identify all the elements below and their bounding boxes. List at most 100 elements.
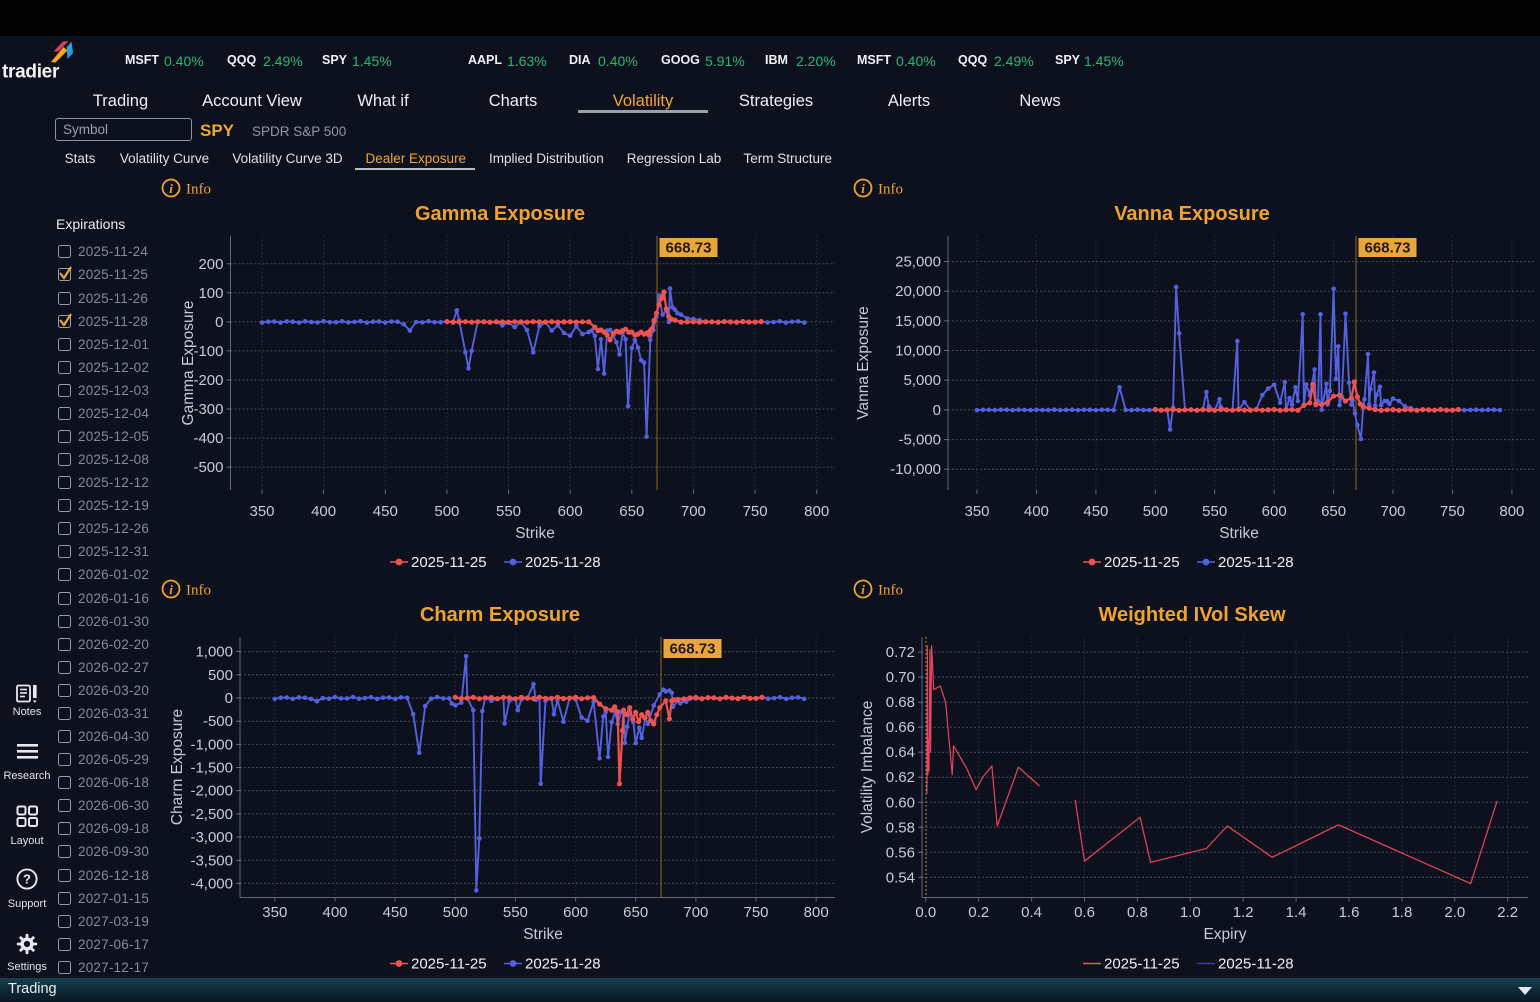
svg-text:500: 500 [443,904,468,921]
svg-text:0.58: 0.58 [886,819,915,836]
svg-text:-5,000: -5,000 [898,432,941,449]
svg-text:500: 500 [208,667,233,684]
svg-text:i: i [861,181,865,196]
svg-text:Info: Info [186,182,211,198]
svg-text:0.4: 0.4 [1021,904,1042,921]
svg-text:550: 550 [503,904,528,921]
svg-text:Charm Exposure: Charm Exposure [420,604,580,626]
svg-text:650: 650 [619,503,644,520]
svg-text:Strike: Strike [1219,525,1259,542]
svg-text:Strike: Strike [523,926,563,943]
svg-text:1.2: 1.2 [1233,904,1254,921]
svg-text:i: i [169,181,173,196]
svg-text:2025-11-28: 2025-11-28 [525,554,601,571]
svg-text:2025-11-25: 2025-11-25 [411,554,487,571]
svg-text:600: 600 [563,904,588,921]
svg-text:-1,000: -1,000 [190,736,233,753]
svg-text:350: 350 [262,904,287,921]
svg-text:400: 400 [1024,503,1049,520]
svg-text:700: 700 [681,503,706,520]
svg-text:0: 0 [225,690,233,707]
svg-text:500: 500 [434,503,459,520]
svg-text:0.70: 0.70 [886,669,915,686]
svg-text:0: 0 [933,402,941,419]
svg-text:0.68: 0.68 [886,694,915,711]
svg-text:-2,000: -2,000 [190,783,233,800]
svg-text:Vanna Exposure: Vanna Exposure [855,306,872,419]
svg-text:100: 100 [198,285,223,302]
svg-text:1,000: 1,000 [195,644,233,661]
svg-text:550: 550 [1202,503,1227,520]
svg-text:0.2: 0.2 [968,904,989,921]
svg-text:700: 700 [683,904,708,921]
svg-text:600: 600 [1262,503,1287,520]
svg-text:0.56: 0.56 [886,844,915,861]
svg-text:Gamma Exposure: Gamma Exposure [180,301,197,426]
svg-text:5,000: 5,000 [903,372,941,389]
svg-text:2025-11-28: 2025-11-28 [1218,554,1294,571]
svg-text:1.6: 1.6 [1339,904,1360,921]
svg-text:450: 450 [1083,503,1108,520]
svg-text:750: 750 [1440,503,1465,520]
svg-text:350: 350 [249,503,274,520]
svg-text:Volatility Imbalance: Volatility Imbalance [859,701,876,834]
svg-text:-500: -500 [193,459,223,476]
svg-text:25,000: 25,000 [895,254,941,271]
svg-text:2.2: 2.2 [1497,904,1518,921]
svg-text:-10,000: -10,000 [890,461,941,478]
svg-text:i: i [169,582,173,597]
svg-text:Expiry: Expiry [1203,926,1246,943]
svg-text:-3,000: -3,000 [190,829,233,846]
svg-text:Weighted IVol Skew: Weighted IVol Skew [1098,604,1286,626]
svg-text:-2,500: -2,500 [190,806,233,823]
svg-text:2025-11-28: 2025-11-28 [525,956,601,973]
svg-text:0.72: 0.72 [886,644,915,661]
svg-text:Strike: Strike [515,525,555,542]
svg-text:-100: -100 [193,343,223,360]
svg-text:Info: Info [878,182,903,198]
svg-text:0: 0 [215,314,223,331]
svg-text:450: 450 [373,503,398,520]
svg-text:0.8: 0.8 [1127,904,1148,921]
svg-text:-500: -500 [203,713,233,730]
svg-text:0.6: 0.6 [1074,904,1095,921]
svg-text:800: 800 [1499,503,1524,520]
svg-text:0.66: 0.66 [886,719,915,736]
svg-text:550: 550 [496,503,521,520]
svg-text:Gamma Exposure: Gamma Exposure [415,203,585,225]
svg-text:0.64: 0.64 [886,744,915,761]
svg-text:Charm Exposure: Charm Exposure [169,709,186,825]
svg-text:0.54: 0.54 [886,869,915,886]
svg-text:600: 600 [558,503,583,520]
svg-text:400: 400 [311,503,336,520]
svg-text:-3,500: -3,500 [190,852,233,869]
svg-text:-300: -300 [193,401,223,418]
svg-text:1.8: 1.8 [1391,904,1412,921]
svg-text:i: i [861,582,865,597]
svg-text:tradier: tradier [2,62,60,83]
svg-text:500: 500 [1143,503,1168,520]
svg-text:15,000: 15,000 [895,313,941,330]
svg-text:-400: -400 [193,430,223,447]
svg-text:800: 800 [804,503,829,520]
svg-text:800: 800 [804,904,829,921]
svg-text:2025-11-28: 2025-11-28 [1218,956,1294,973]
svg-text:2025-11-25: 2025-11-25 [411,956,487,973]
svg-text:2025-11-25: 2025-11-25 [1104,956,1180,973]
svg-text:750: 750 [743,503,768,520]
svg-text:10,000: 10,000 [895,343,941,360]
svg-text:650: 650 [623,904,648,921]
svg-text:-4,000: -4,000 [190,875,233,892]
svg-text:1.4: 1.4 [1286,904,1307,921]
svg-text:Vanna Exposure: Vanna Exposure [1114,203,1270,225]
svg-text:-200: -200 [193,372,223,389]
svg-text:0.0: 0.0 [915,904,936,921]
svg-text:Info: Info [186,583,211,599]
svg-text:650: 650 [1321,503,1346,520]
svg-text:700: 700 [1380,503,1405,520]
svg-text:2.0: 2.0 [1444,904,1465,921]
svg-text:668.73: 668.73 [670,641,716,658]
svg-text:450: 450 [383,904,408,921]
svg-text:750: 750 [743,904,768,921]
svg-text:668.73: 668.73 [1365,240,1411,257]
